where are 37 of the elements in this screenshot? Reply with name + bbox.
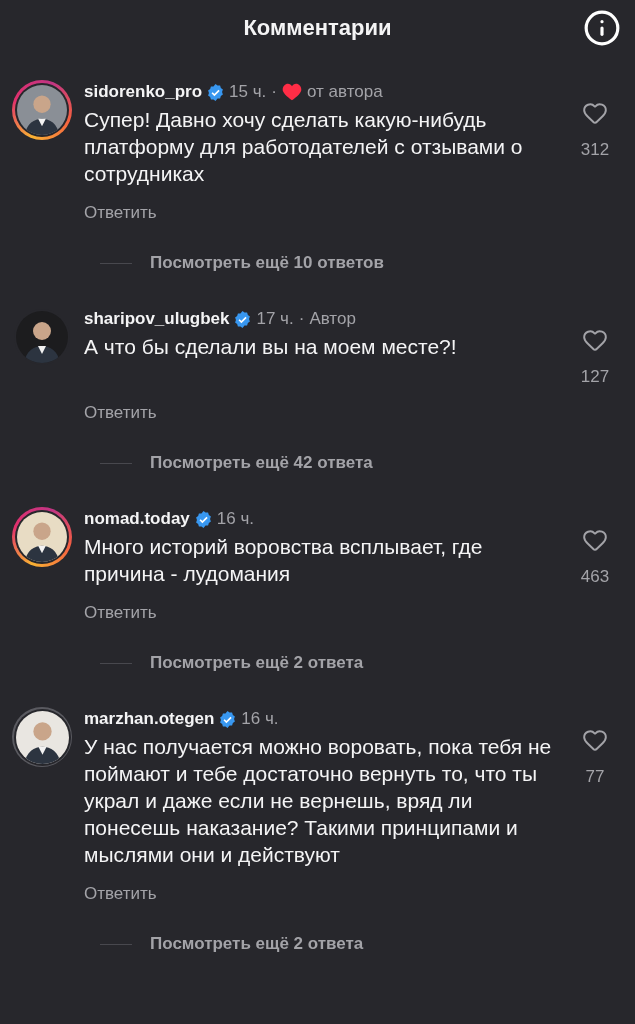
username[interactable]: sidorenko_pro xyxy=(84,80,203,104)
reply-button[interactable]: Ответить xyxy=(84,603,157,623)
comment-time: 16 ч. xyxy=(216,508,254,530)
like-count: 463 xyxy=(580,567,610,587)
separator: · xyxy=(271,81,277,103)
comment-text: Супер! Давно хочу сделать какую-нибудь платформу для работодателей с отзывами о сотрудниках xyxy=(84,107,524,187)
comment-time: 15 ч. xyxy=(229,81,267,103)
view-replies-button[interactable]: Посмотреть ещё 2 ответа xyxy=(150,653,364,673)
avatar-ring[interactable] xyxy=(12,707,72,767)
username[interactable]: sharipov_ulugbek xyxy=(84,307,230,331)
reply-button[interactable]: Ответить xyxy=(84,403,157,423)
avatar-ring[interactable] xyxy=(12,80,72,140)
comment-time: 17 ч. xyxy=(256,308,294,330)
info-icon[interactable] xyxy=(583,9,621,47)
comment-text: А что бы сделали вы на моем месте?! xyxy=(84,334,458,360)
like-icon[interactable] xyxy=(582,527,608,553)
comment-time: 16 ч. xyxy=(241,708,279,730)
comment-text: Много историй воровства всплывает, где причина - лудомания xyxy=(84,534,484,587)
comment-text: У нас получается можно воровать, пока тебя не поймают и тебе достаточно вернуть то, что ты украл и даже если не вернешь, вряд ли понесешь наказание? Такими принципами и мыслями они и действуют xyxy=(84,734,553,868)
avatar-ring[interactable] xyxy=(12,507,72,567)
view-replies-button[interactable]: Посмотреть ещё 2 ответа xyxy=(150,934,364,954)
username[interactable]: nomad.today xyxy=(84,507,190,531)
like-icon[interactable] xyxy=(582,327,608,353)
author-like-label: от автора xyxy=(307,81,383,103)
header-title: Комментарии xyxy=(243,15,392,41)
view-replies-button[interactable]: Посмотреть ещё 10 ответов xyxy=(150,253,384,273)
reply-button[interactable]: Ответить xyxy=(84,884,157,904)
like-icon[interactable] xyxy=(582,100,608,126)
like-count: 127 xyxy=(580,367,610,387)
like-count: 77 xyxy=(585,767,605,787)
like-count: 312 xyxy=(580,140,610,160)
username[interactable]: marzhan.otegen xyxy=(84,707,215,731)
like-icon[interactable] xyxy=(582,727,608,753)
author-label: Автор xyxy=(309,308,356,330)
reply-button[interactable]: Ответить xyxy=(84,203,157,223)
view-replies-button[interactable]: Посмотреть ещё 42 ответа xyxy=(150,453,373,473)
separator: · xyxy=(298,308,305,330)
